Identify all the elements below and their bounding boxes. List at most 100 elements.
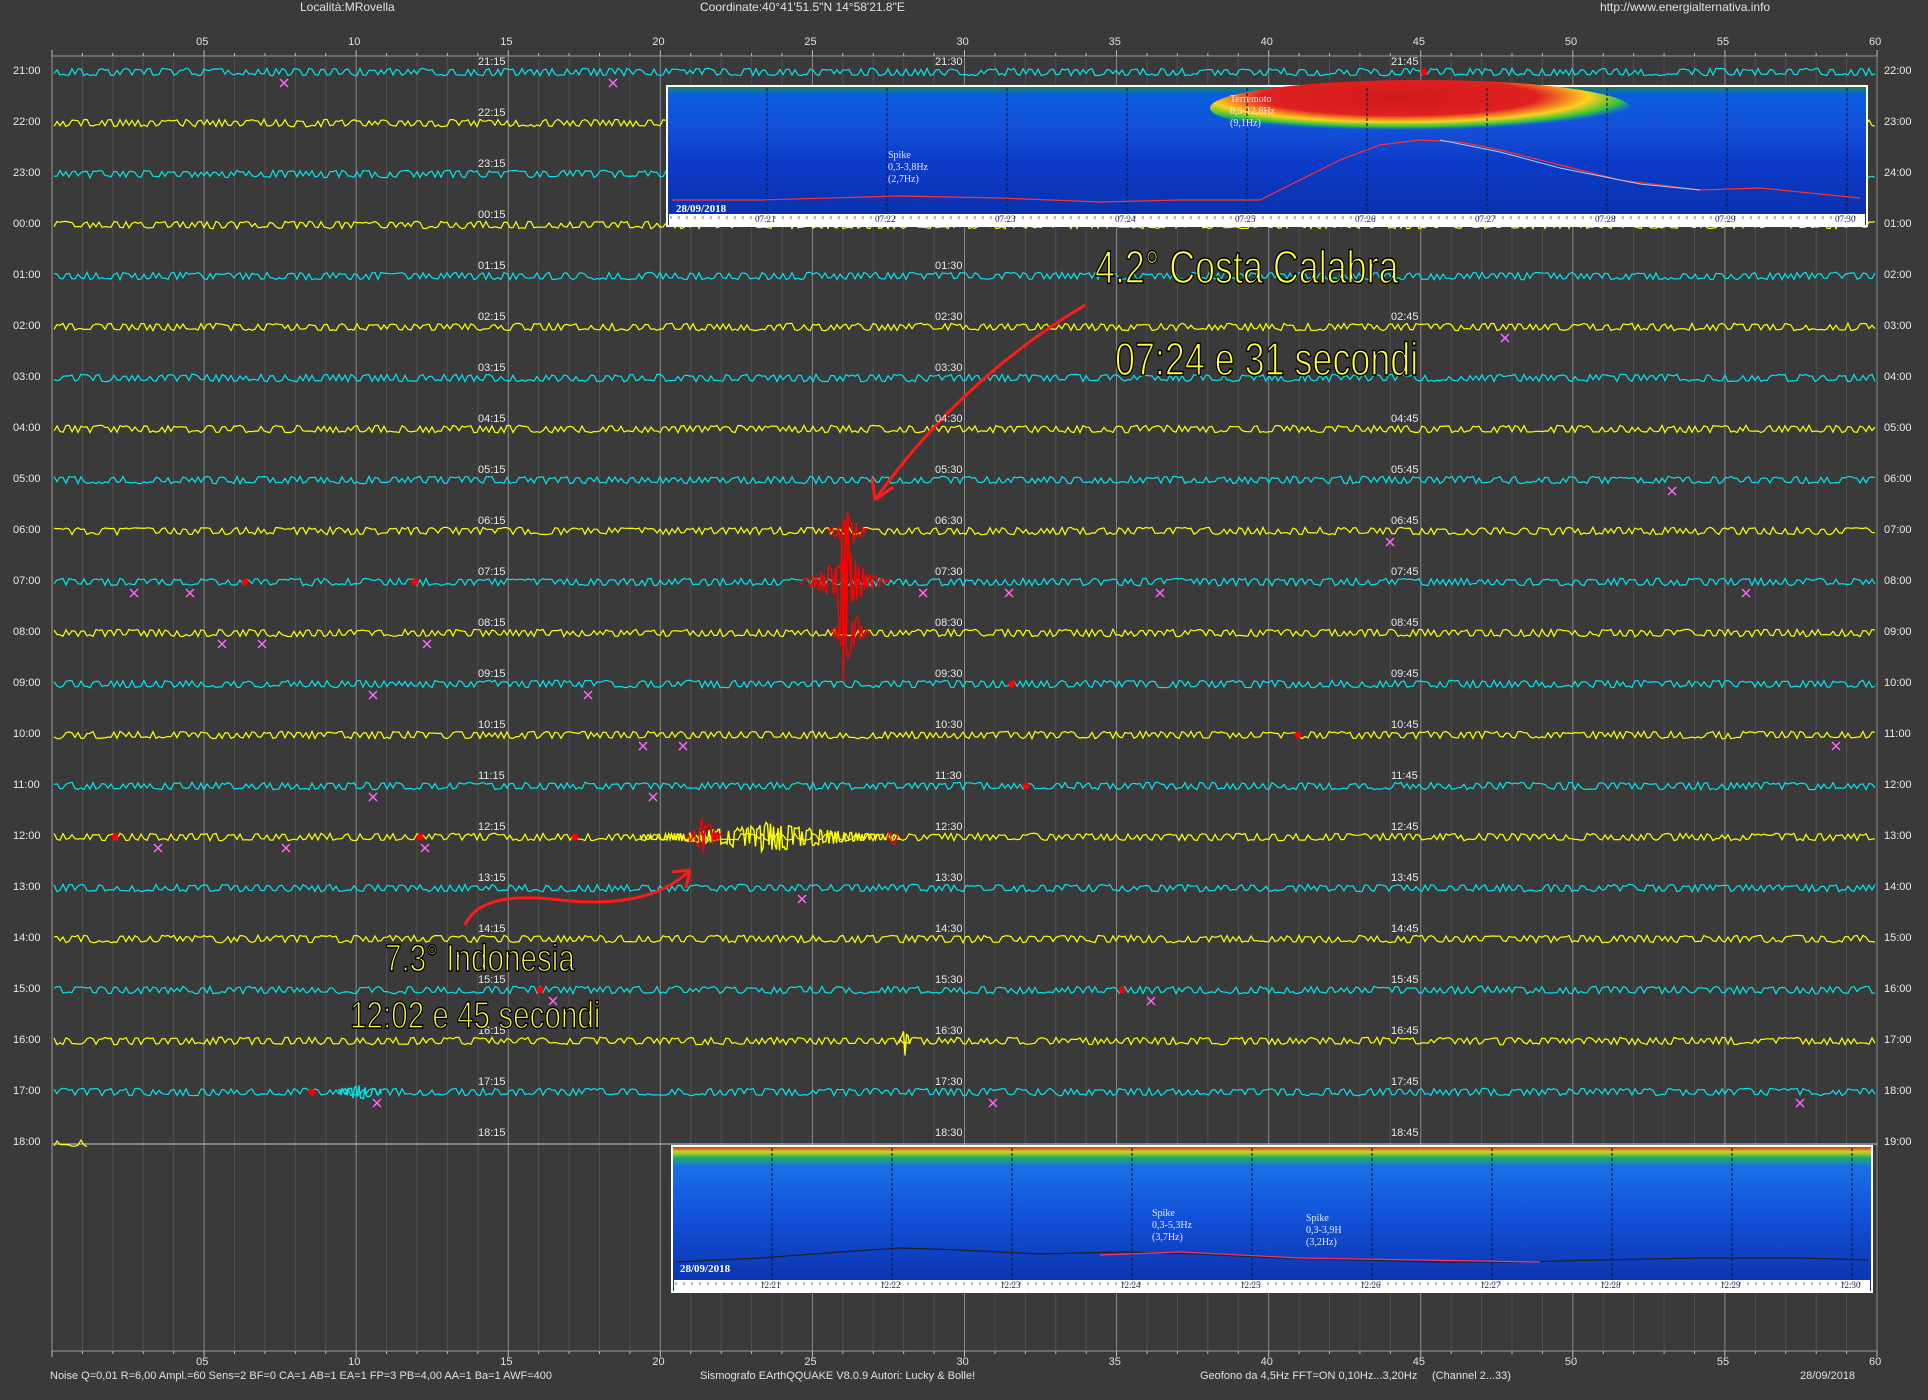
trace-quarter-mark: 17:15: [478, 1076, 506, 1088]
footer-channel: (Channel 2...33): [1432, 1370, 1511, 1382]
trace-hour-right: 12:00: [1884, 779, 1912, 791]
annotation-arrows: [463, 303, 1086, 926]
trace-quarter-mark: 05:45: [1391, 464, 1419, 476]
minute-tick-bottom: 40: [1260, 1356, 1273, 1368]
spike-event-dot: [1008, 680, 1016, 688]
location-label: Località:MRovella: [300, 0, 395, 14]
spike-event-dot: [416, 833, 424, 841]
trace-hour-right: 09:00: [1884, 626, 1912, 638]
spectrogram-time-label: 07:27: [1475, 214, 1496, 224]
spec-bottom-spike1-label: Spike 0,3-5,3Hz (3,7Hz): [1152, 1208, 1192, 1243]
trace-hour-right: 02:00: [1884, 269, 1912, 281]
spike-marker-x: [281, 843, 291, 853]
trace-quarter-mark: 09:45: [1391, 668, 1419, 680]
trace-hour-left: 03:00: [13, 371, 41, 383]
trace-quarter-mark: 07:15: [478, 566, 506, 578]
trace-quarter-mark: 02:15: [478, 311, 506, 323]
spectrogram-bottom: [671, 1145, 1873, 1293]
trace-quarter-mark: 14:15: [478, 923, 506, 935]
quake2-title: 7.3° Indonesia: [384, 937, 575, 981]
trace-quarter-mark: 21:15: [478, 56, 506, 68]
spike-event-dot: [1420, 68, 1428, 76]
trace-quarter-mark: 04:45: [1391, 413, 1419, 425]
trace-quarter-mark: 13:15: [478, 872, 506, 884]
trace-hour-left: 21:00: [13, 65, 41, 77]
trace-quarter-mark: 07:45: [1391, 566, 1419, 578]
local-event-burst: [337, 1084, 383, 1100]
trace-hour-left: 13:00: [13, 881, 41, 893]
trace-hour-right: 03:00: [1884, 320, 1912, 332]
spike-marker-x: [1155, 588, 1165, 598]
trace-quarter-mark: 09:30: [935, 668, 963, 680]
minute-tick-bottom: 60: [1869, 1356, 1882, 1368]
spike-marker-x: [185, 588, 195, 598]
trace-hour-right: 10:00: [1884, 677, 1912, 689]
trace-quarter-mark: 14:30: [935, 923, 963, 935]
minute-tick-bottom: 05: [196, 1356, 209, 1368]
minute-tick-bottom: 50: [1564, 1356, 1578, 1368]
spike-event-dot: [571, 833, 579, 841]
trace-quarter-mark: 07:30: [935, 566, 963, 578]
spectrogram-time-label: 07:30: [1835, 214, 1856, 224]
trace-hour-right: 23:00: [1884, 116, 1912, 128]
footer-software: Sismografo EArthQQUAKE V8.0.9 Autori: Lu…: [700, 1370, 976, 1382]
spike-marker-x: [129, 588, 139, 598]
spectrogram-time-label: 07:26: [1355, 214, 1376, 224]
trace-hour-left: 01:00: [13, 269, 41, 281]
quake-indonesia-onset: [686, 816, 724, 853]
trace-quarter-mark: 18:15: [478, 1127, 506, 1139]
footer-params: Noise Q=0,01 R=6,00 Ampl.=60 Sens=2 BF=0…: [50, 1370, 552, 1382]
spectrogram-time-label: 07:29: [1715, 214, 1736, 224]
trace-hour-left: 06:00: [13, 524, 41, 536]
minute-tick-bottom: 15: [500, 1356, 513, 1368]
minute-tick-top: 30: [956, 36, 969, 48]
trace-hour-left: 04:00: [13, 422, 41, 434]
trace-hour-left: 08:00: [13, 626, 41, 638]
seismograph-window: Località:MRovella Coordinate:40°41'51.5"…: [0, 0, 1928, 1400]
trace-quarter-mark: 22:15: [478, 107, 506, 119]
trace-quarter-mark: 08:45: [1391, 617, 1419, 629]
spike-event-dot: [111, 833, 119, 841]
minute-tick-bottom: 35: [1108, 1356, 1121, 1368]
trace-quarter-mark: 14:45: [1391, 923, 1419, 935]
trace-quarter-mark: 10:15: [478, 719, 506, 731]
trace-quarter-mark: 02:45: [1391, 311, 1419, 323]
minute-tick-top: 50: [1564, 36, 1578, 48]
minute-tick-bottom: 55: [1716, 1356, 1730, 1368]
spectrogram-time-label: 12:30: [1840, 1280, 1861, 1290]
trace-hour-right: 06:00: [1884, 473, 1912, 485]
spectrogram-time-label: 07:23: [995, 214, 1016, 224]
trace-hour-right: 11:00: [1884, 728, 1911, 740]
spike-marker-x: [1795, 1098, 1805, 1108]
footer-sensor: Geofono da 4,5Hz FFT=ON 0,10Hz...3,20Hz: [1200, 1370, 1418, 1382]
trace-hour-right: 18:00: [1884, 1085, 1912, 1097]
spectrogram-time-label: 12:29: [1720, 1280, 1741, 1290]
spectrogram-time-label: 12:26: [1360, 1280, 1381, 1290]
minute-tick-bottom: 30: [956, 1356, 969, 1368]
trace-quarter-mark: 02:30: [935, 311, 963, 323]
spectrogram-time-label: 12:27: [1480, 1280, 1501, 1290]
trace-quarter-mark: 18:30: [935, 1127, 963, 1139]
trace-quarter-mark: 11:30: [935, 770, 962, 782]
quake-costa-calabra-burst-below: [829, 615, 870, 659]
trace-hour-left: 00:00: [13, 218, 41, 230]
spike-event-dot: [1022, 782, 1030, 790]
trace-quarter-mark: 18:45: [1391, 1127, 1419, 1139]
spectrogram-time-label: 12:25: [1240, 1280, 1261, 1290]
spike-event-dot: [411, 578, 419, 586]
spike-marker-x: [368, 792, 378, 802]
trace-quarter-mark: 08:30: [935, 617, 963, 629]
trace-quarter-mark: 10:30: [935, 719, 963, 731]
trace-quarter-mark: 08:15: [478, 617, 506, 629]
minute-tick-bottom: 10: [348, 1356, 361, 1368]
spectrogram-time-label: 07:24: [1115, 214, 1136, 224]
spike-marker-x: [678, 741, 688, 751]
spike-marker-x: [608, 78, 618, 88]
trace-quarter-mark: 11:45: [1391, 770, 1418, 782]
website-link[interactable]: http://www.energialternativa.info: [1600, 0, 1770, 14]
spike-event-dot: [308, 1088, 316, 1096]
trace-quarter-mark: 13:30: [935, 872, 963, 884]
spec-top-date: 28/09/2018: [676, 203, 727, 215]
spike-marker-x: [368, 690, 378, 700]
trace-quarter-mark: 17:30: [935, 1076, 963, 1088]
